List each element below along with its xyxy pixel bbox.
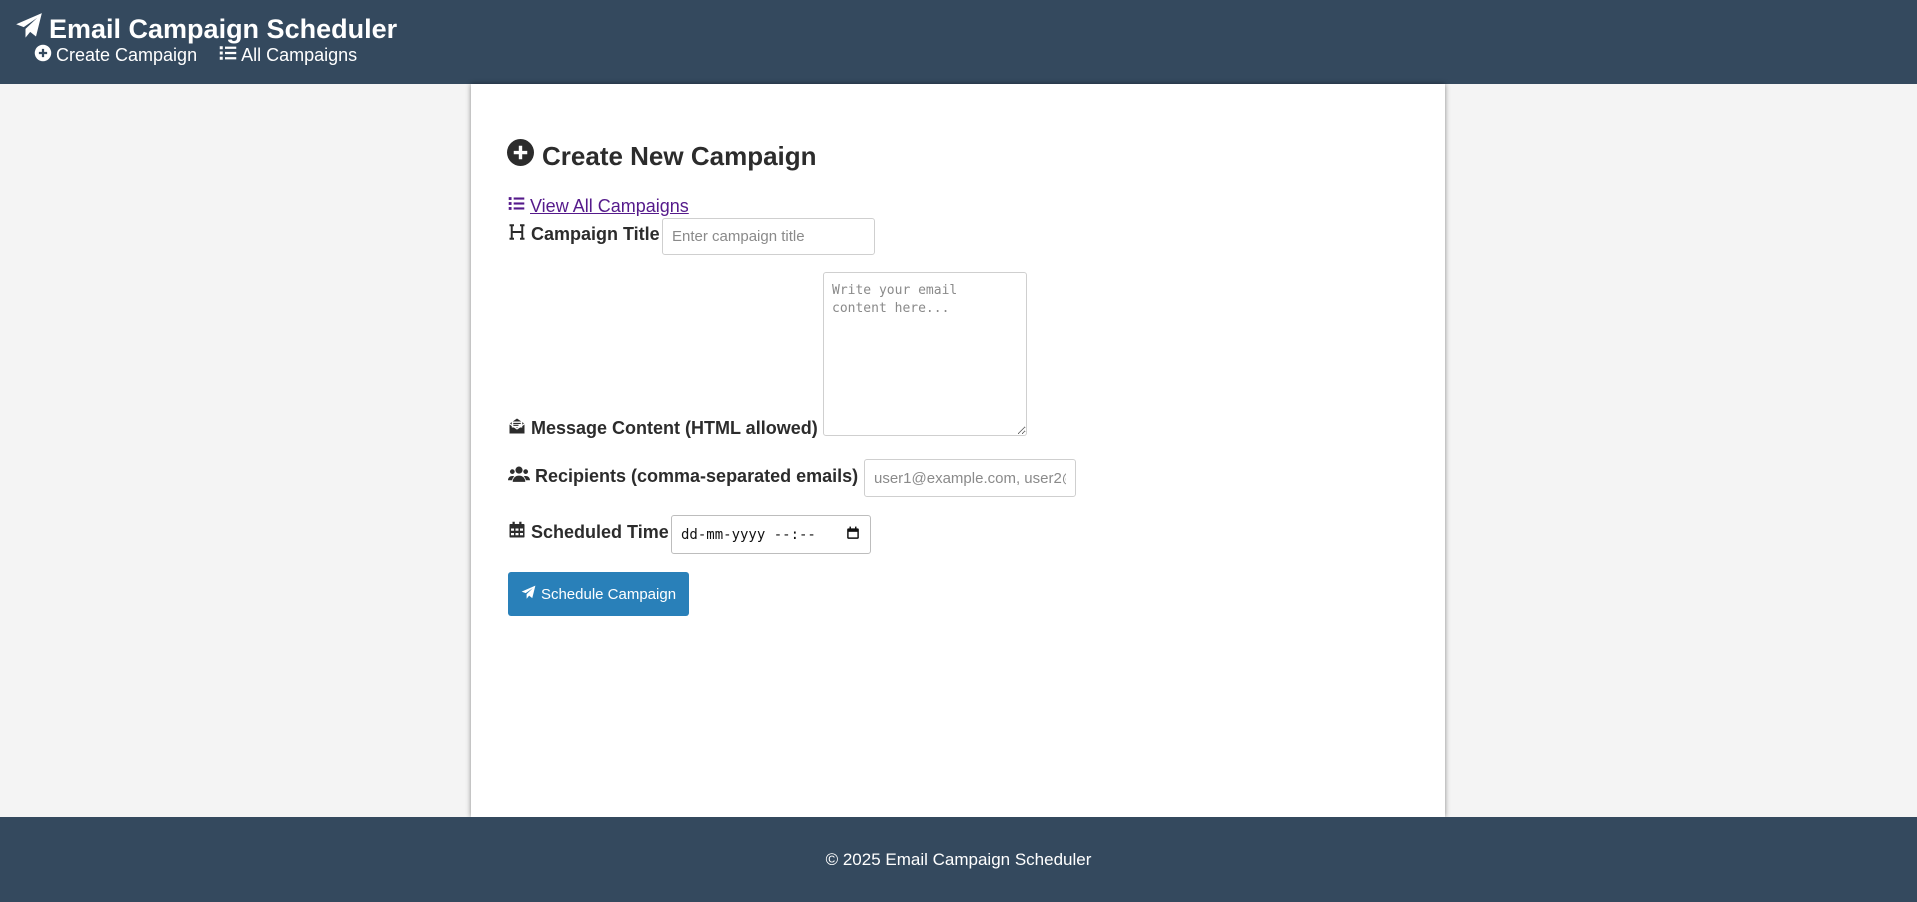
nav-all-campaigns-label: All Campaigns [241, 45, 358, 65]
list-icon [219, 44, 241, 67]
page-title: Create New Campaign [507, 139, 817, 173]
envelope-open-icon [508, 417, 531, 440]
view-all-campaigns-link[interactable]: View All Campaigns [508, 195, 689, 217]
page-title-text: Create New Campaign [542, 140, 817, 171]
top-header: Email Campaign Scheduler Create Campaign… [0, 0, 1917, 84]
list-icon [508, 195, 530, 217]
paper-plane-icon [521, 585, 541, 604]
page-footer: © 2025 Email Campaign Scheduler [0, 817, 1917, 902]
schedule-campaign-label: Schedule Campaign [540, 585, 677, 603]
campaign-title-label: Campaign Title [508, 223, 660, 246]
brand[interactable]: Email Campaign Scheduler [15, 12, 397, 47]
content-card: Create New Campaign View All Campaigns C… [471, 84, 1445, 817]
view-all-campaigns-label: View All Campaigns [530, 195, 689, 216]
scheduled-time-value: dd-mm-yyyy --:-- [681, 526, 816, 543]
plus-circle-icon [34, 44, 56, 67]
scheduled-time-input[interactable]: dd-mm-yyyy --:-- [671, 515, 871, 554]
message-content-textarea[interactable] [823, 272, 1027, 436]
campaign-title-input[interactable] [662, 218, 875, 255]
recipients-label: Recipients (comma-separated emails) [508, 465, 858, 488]
users-icon [508, 465, 535, 488]
calendar-picker-icon[interactable] [846, 526, 860, 544]
heading-icon [508, 223, 531, 246]
nav-all-campaigns[interactable]: All Campaigns [219, 44, 357, 67]
footer-text: © 2025 Email Campaign Scheduler [825, 849, 1092, 869]
nav-create-campaign[interactable]: Create Campaign [34, 44, 197, 67]
paper-plane-icon [15, 12, 49, 47]
schedule-campaign-button[interactable]: Schedule Campaign [508, 572, 689, 616]
main-nav: Create Campaign All Campaigns [34, 44, 379, 67]
calendar-icon [508, 521, 531, 544]
scheduled-time-label: Scheduled Time [508, 521, 669, 544]
recipients-input[interactable] [864, 459, 1076, 497]
message-content-label: Message Content (HTML allowed) [508, 417, 818, 440]
nav-create-campaign-label: Create Campaign [56, 45, 198, 65]
plus-circle-icon [507, 139, 542, 173]
brand-title: Email Campaign Scheduler [49, 14, 398, 44]
